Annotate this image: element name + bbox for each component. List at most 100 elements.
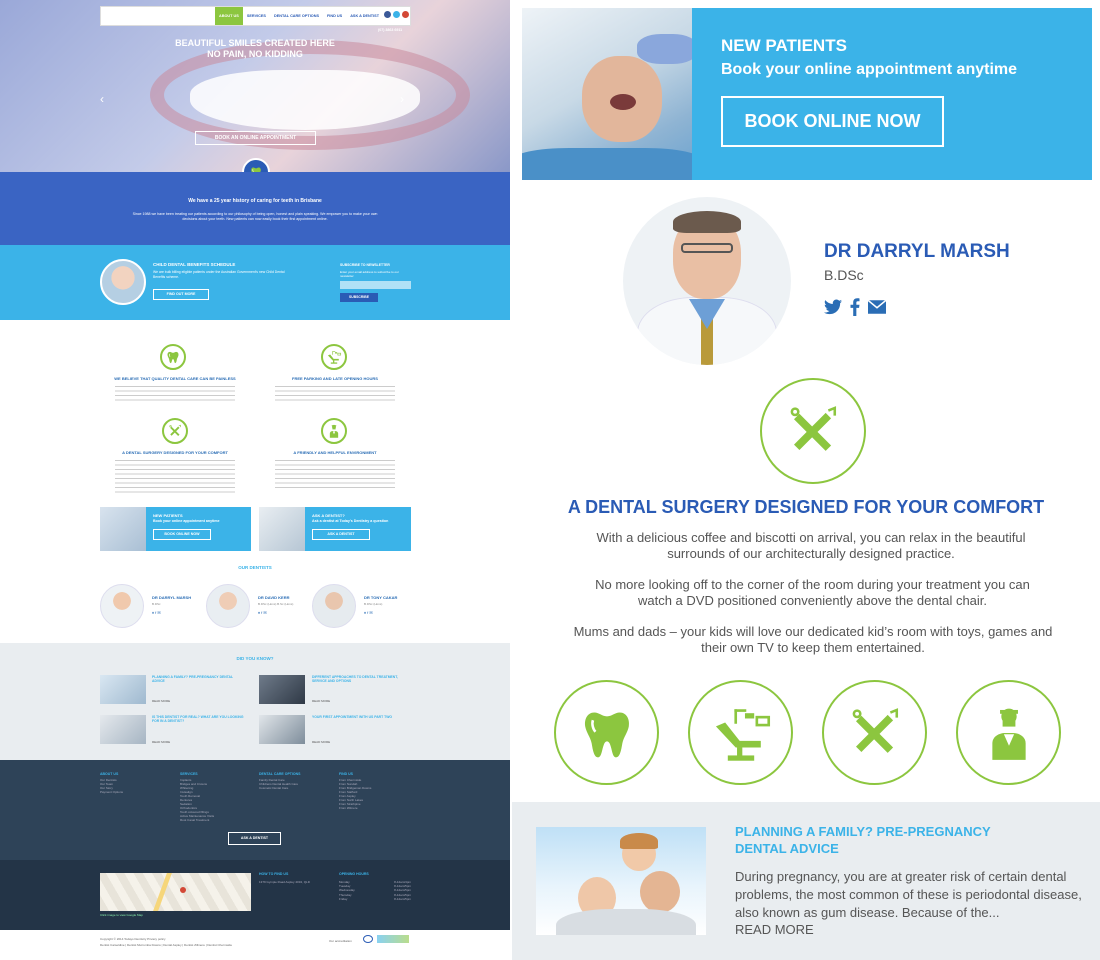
article-title-3[interactable]: IS THIS DENTIST FOR REAL? WHAT ARE YOU L… bbox=[152, 715, 248, 723]
dentist-profile-photo[interactable] bbox=[623, 197, 791, 365]
nav-dental-care[interactable]: DENTAL CARE OPTIONS bbox=[270, 7, 323, 25]
book-online-now-button[interactable]: BOOK ONLINE NOW bbox=[721, 96, 944, 147]
facebook-icon[interactable] bbox=[384, 11, 391, 18]
bottom-links[interactable]: Dentist Carseldine | Dentist Murrumba Do… bbox=[100, 943, 232, 947]
promo-photo-small bbox=[100, 507, 146, 551]
promo-patient-photo bbox=[522, 8, 692, 180]
promo-new-patients-small: NEW PATIENTS Book your online appointmen… bbox=[100, 507, 251, 551]
article-more-3[interactable]: READ MORE bbox=[152, 740, 170, 744]
feature-icon-3 bbox=[162, 418, 188, 444]
email-icon[interactable] bbox=[868, 300, 886, 314]
footer-head: FIND US bbox=[339, 772, 353, 776]
feature-body-4 bbox=[275, 458, 395, 488]
article-title-2[interactable]: DIFFERENT APPROACHES TO DENTAL TREATMENT… bbox=[312, 675, 408, 683]
nav-services[interactable]: SERVICES bbox=[243, 7, 270, 25]
nav-phone: (07) 3863 6911 bbox=[378, 28, 403, 32]
left-page-mockup: BEAUTIFUL SMILES CREATED HERE NO PAIN, N… bbox=[0, 0, 510, 960]
footer-link[interactable]: From Zillmere bbox=[339, 806, 409, 810]
photo-patient-mouth bbox=[610, 94, 636, 110]
photo-glasses bbox=[681, 243, 733, 253]
feature-paragraph-1: With a delicious coffee and biscotti on … bbox=[596, 530, 1026, 561]
article-title-1[interactable]: PLANNING A FAMILY? PRE-PREGNANCY DENTAL … bbox=[152, 675, 242, 683]
canvas: BEAUTIFUL SMILES CREATED HERE NO PAIN, N… bbox=[0, 0, 1100, 960]
google-plus-icon[interactable] bbox=[402, 11, 409, 18]
feature-paragraph-3: Mums and dads – your kids will love our … bbox=[573, 624, 1053, 655]
child-photo bbox=[100, 259, 146, 305]
twitter-icon[interactable] bbox=[824, 299, 842, 315]
twitter-icon[interactable] bbox=[393, 11, 400, 18]
dentist-icon bbox=[977, 701, 1041, 765]
article-more-2[interactable]: READ MORE bbox=[312, 699, 330, 703]
bottom-bar: Copyright © 2014 Todays Dentistry Privac… bbox=[0, 930, 510, 960]
promo-ask-dentist-small: ASK A DENTIST? Ask a dentist at Today's … bbox=[259, 507, 411, 551]
nav-find-us[interactable]: FIND US bbox=[323, 7, 346, 25]
google-map-thumbnail[interactable] bbox=[100, 873, 251, 911]
footer-link[interactable]: Root Canal Treatment bbox=[180, 818, 250, 822]
logo-area[interactable] bbox=[101, 7, 215, 25]
hours-day: Friday bbox=[339, 896, 348, 901]
photo-dental-chair bbox=[522, 148, 692, 180]
map-pin-icon bbox=[180, 887, 186, 893]
article-family-photo[interactable] bbox=[536, 827, 706, 935]
hero-line1: BEAUTIFUL SMILES CREATED HERE bbox=[175, 38, 335, 48]
hero-prev-arrow[interactable]: ‹ bbox=[100, 92, 104, 106]
find-out-more-button[interactable]: FIND OUT MORE bbox=[153, 289, 209, 300]
article-title[interactable]: PLANNING A FAMILY? PRE-PREGNANCY DENTAL … bbox=[735, 823, 1035, 857]
dentist-photo-3[interactable] bbox=[312, 584, 356, 628]
dentist-social-2: ♦ f ✉ bbox=[258, 610, 267, 615]
article-body: During pregnancy, you are at greater ris… bbox=[735, 869, 1082, 920]
footer-link[interactable]: Payment Options bbox=[100, 790, 170, 794]
tooth-icon bbox=[575, 701, 639, 765]
dentist-name-1: DR DARRYL MARSH bbox=[152, 595, 192, 600]
article-read-more[interactable]: READ MORE bbox=[735, 922, 814, 937]
dentist-name: DR DARRYL MARSH bbox=[824, 241, 1010, 262]
map-caption: Click image to view Google Map bbox=[100, 913, 143, 917]
footer-ask-dentist-button[interactable]: ASK A DENTIST bbox=[228, 832, 281, 845]
feature-body-1 bbox=[115, 384, 235, 404]
promo-sub-small: Book your online appointment anytime bbox=[153, 519, 220, 523]
footer-head: DENTAL CARE OPTIONS bbox=[259, 772, 301, 776]
nav-ask-dentist[interactable]: ASK A DENTIST bbox=[346, 7, 383, 25]
footer-col-about: ABOUT US Our Dentists Our Team Our Story… bbox=[100, 772, 170, 794]
article-thumb-2[interactable] bbox=[259, 675, 305, 704]
newsletter-email-field[interactable] bbox=[340, 281, 411, 289]
photo-hair bbox=[673, 211, 741, 233]
facebook-icon[interactable] bbox=[850, 298, 860, 316]
article-more-1[interactable]: READ MORE bbox=[152, 699, 170, 703]
feature-body-2 bbox=[275, 384, 395, 404]
accreditation-logo bbox=[363, 935, 373, 943]
accreditation-badge bbox=[377, 935, 409, 943]
icon-circle-tooth bbox=[554, 680, 659, 785]
nav-about-us[interactable]: ABOUT US bbox=[215, 7, 243, 25]
promo-ask-button[interactable]: ASK A DENTIST bbox=[312, 529, 370, 540]
dentist-name-3: DR TONY CAKAR bbox=[364, 595, 398, 600]
hero-book-button[interactable]: BOOK AN ONLINE APPOINTMENT bbox=[195, 131, 316, 145]
dentist-photo-1[interactable] bbox=[100, 584, 144, 628]
accreditation-label: Our accreditation bbox=[329, 939, 352, 943]
subscribe-button[interactable]: SUBSCRIBE bbox=[340, 293, 378, 302]
photo-child-hair bbox=[620, 833, 658, 849]
dentist-photo-2[interactable] bbox=[206, 584, 250, 628]
hero-next-arrow[interactable]: › bbox=[400, 92, 404, 106]
hero-caption: BEAUTIFUL SMILES CREATED HERE NO PAIN, N… bbox=[100, 38, 410, 60]
article-thumb-4[interactable] bbox=[259, 715, 305, 744]
benefits-body: We are bulk billing eligible patients un… bbox=[153, 270, 285, 279]
article-thumb-3[interactable] bbox=[100, 715, 146, 744]
feature-body-3 bbox=[115, 458, 235, 494]
promo-title-small: NEW PATIENTS bbox=[153, 513, 183, 518]
feature-title: A DENTAL SURGERY DESIGNED FOR YOUR COMFO… bbox=[567, 497, 1045, 517]
icon-circle-dentist bbox=[956, 680, 1061, 785]
dentist-social-row bbox=[824, 298, 886, 316]
article-title-4[interactable]: YOUR FIRST APPOINTMENT WITH US PART TWO bbox=[312, 715, 408, 719]
footer-map-section: Click image to view Google Map HOW TO FI… bbox=[0, 860, 510, 930]
dental-tools-icon bbox=[167, 423, 183, 439]
feature-paragraph-2: No more looking off to the corner of the… bbox=[595, 577, 1030, 608]
promo-new-patients: NEW PATIENTS Book your online appointmen… bbox=[522, 8, 1092, 180]
promo-book-button-small[interactable]: BOOK ONLINE NOW bbox=[153, 529, 211, 540]
article-thumb-1[interactable] bbox=[100, 675, 146, 704]
feature-title-3: A DENTAL SURGERY DESIGNED FOR YOUR COMFO… bbox=[122, 450, 228, 455]
article-more-4[interactable]: READ MORE bbox=[312, 740, 330, 744]
hours-row: Friday 8-12am/5pm bbox=[339, 897, 411, 901]
footer-link[interactable]: Cosmetic Dental Care bbox=[259, 786, 329, 790]
icon-circle-chair bbox=[688, 680, 793, 785]
